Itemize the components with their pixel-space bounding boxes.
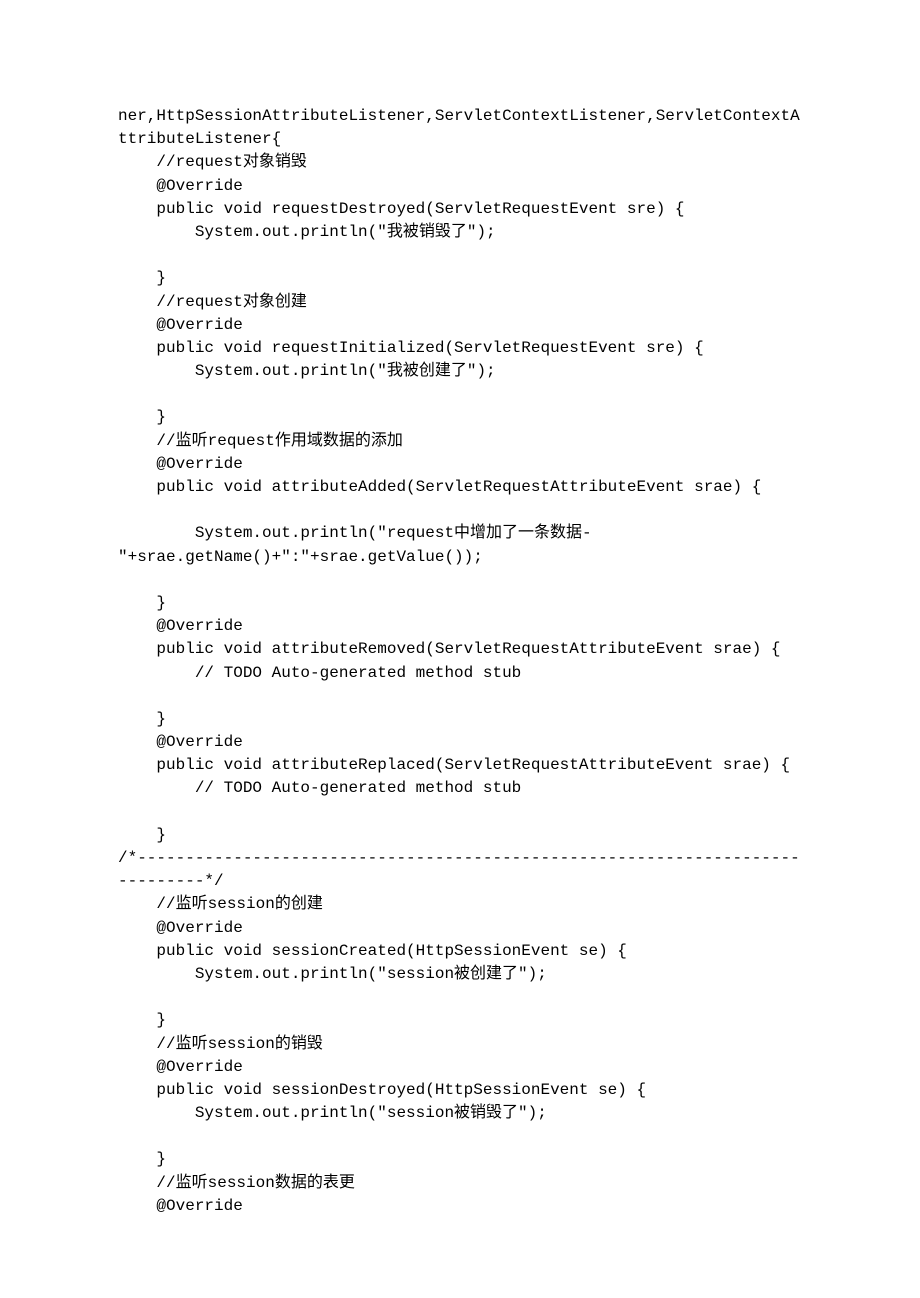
code-line: //request对象销毁 bbox=[118, 153, 307, 171]
code-line: // TODO Auto-generated method stub bbox=[118, 664, 521, 682]
code-line: //request对象创建 bbox=[118, 293, 307, 311]
code-line: @Override bbox=[118, 316, 243, 334]
code-line: System.out.println("session被创建了"); bbox=[118, 965, 547, 983]
code-line: } bbox=[118, 826, 166, 844]
code-line: } bbox=[118, 408, 166, 426]
code-line: //监听session的创建 bbox=[118, 895, 323, 913]
code-line: //监听session数据的表更 bbox=[118, 1174, 355, 1192]
code-line: public void requestInitialized(ServletRe… bbox=[118, 339, 704, 357]
code-line: } bbox=[118, 710, 166, 728]
code-line: } bbox=[118, 269, 166, 287]
code-line: } bbox=[118, 594, 166, 612]
code-line: public void attributeAdded(ServletReques… bbox=[118, 478, 761, 496]
code-line: /*--------------------------------------… bbox=[118, 849, 800, 890]
code-page: ner,HttpSessionAttributeListener,Servlet… bbox=[0, 0, 920, 1298]
code-line: // TODO Auto-generated method stub bbox=[118, 779, 521, 797]
code-line: } bbox=[118, 1011, 166, 1029]
code-line: @Override bbox=[118, 919, 243, 937]
code-line: //监听request作用域数据的添加 bbox=[118, 432, 403, 450]
code-line: public void attributeReplaced(ServletReq… bbox=[118, 756, 790, 774]
code-line: public void attributeRemoved(ServletRequ… bbox=[118, 640, 781, 658]
code-line: @Override bbox=[118, 733, 243, 751]
code-line: public void requestDestroyed(ServletRequ… bbox=[118, 200, 685, 218]
code-line: } bbox=[118, 1150, 166, 1168]
code-line: //监听session的销毁 bbox=[118, 1035, 323, 1053]
code-line: public void sessionDestroyed(HttpSession… bbox=[118, 1081, 646, 1099]
code-line: @Override bbox=[118, 617, 243, 635]
code-line: ner,HttpSessionAttributeListener,Servlet… bbox=[118, 107, 800, 148]
code-line: public void sessionCreated(HttpSessionEv… bbox=[118, 942, 627, 960]
code-line: @Override bbox=[118, 177, 243, 195]
code-line: System.out.println("我被销毁了"); bbox=[118, 223, 496, 241]
code-line: @Override bbox=[118, 1197, 243, 1215]
code-line: @Override bbox=[118, 455, 243, 473]
code-line: @Override bbox=[118, 1058, 243, 1076]
code-line: System.out.println("session被销毁了"); bbox=[118, 1104, 547, 1122]
code-line: System.out.println("request中增加了一条数据-"+sr… bbox=[118, 524, 592, 565]
code-line: System.out.println("我被创建了"); bbox=[118, 362, 496, 380]
